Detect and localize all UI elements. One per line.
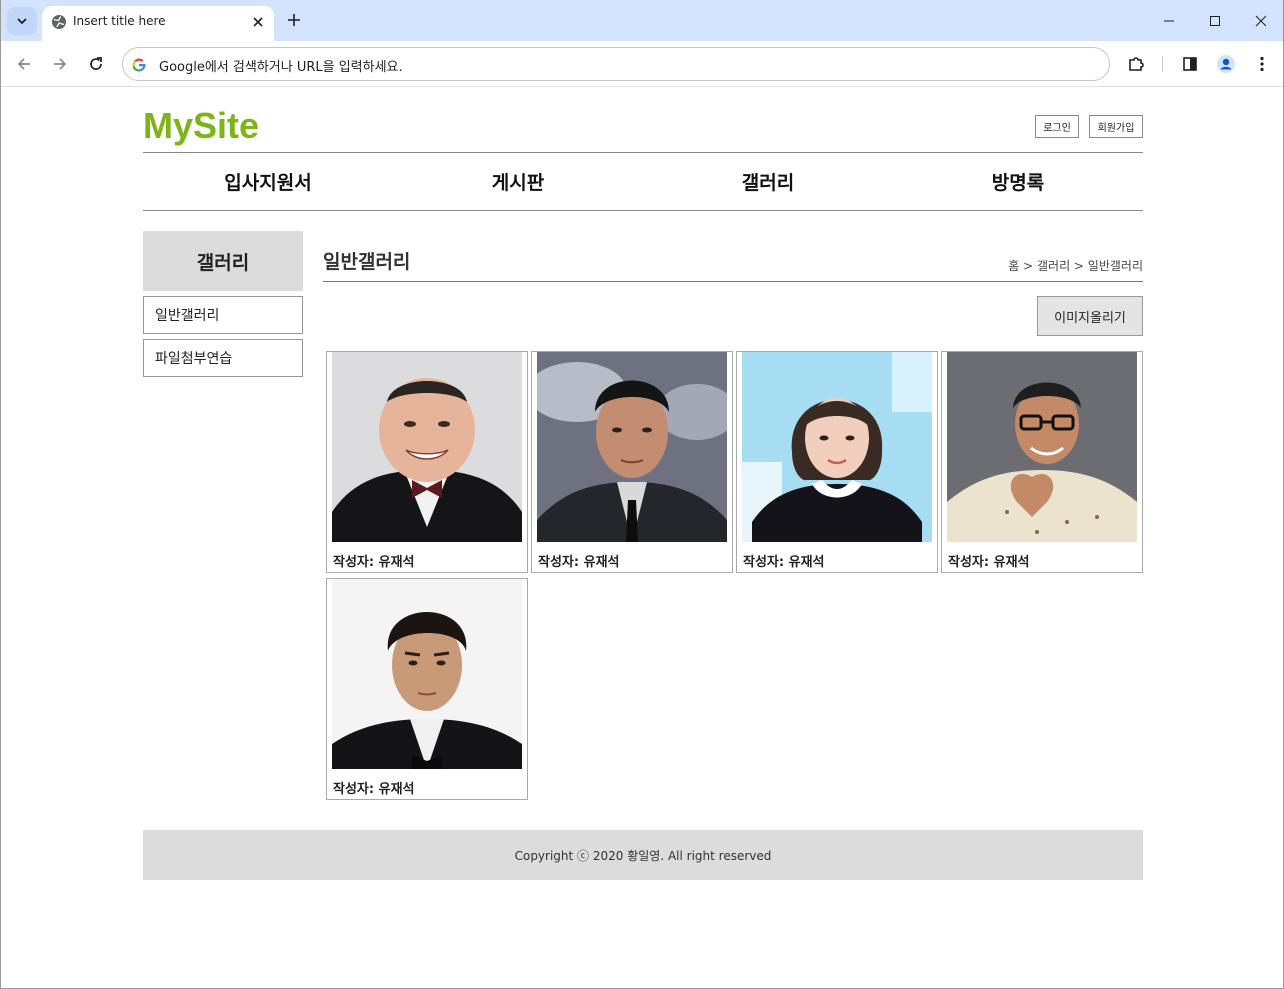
site-logo[interactable]: MySite bbox=[143, 105, 259, 147]
gallery-card[interactable]: 작성자: 유재석 bbox=[531, 351, 733, 573]
puzzle-icon bbox=[1129, 57, 1144, 71]
arrow-left-icon bbox=[17, 58, 30, 70]
nav-item-board[interactable]: 게시판 bbox=[393, 153, 643, 210]
menu-button[interactable] bbox=[1248, 50, 1276, 78]
side-panel-button[interactable] bbox=[1176, 50, 1204, 78]
close-icon bbox=[1255, 15, 1267, 26]
maximize-button[interactable] bbox=[1192, 0, 1238, 41]
gallery-photo[interactable] bbox=[742, 352, 932, 542]
login-button[interactable]: 로그인 bbox=[1035, 115, 1079, 138]
upload-image-button[interactable]: 이미지올리기 bbox=[1037, 296, 1143, 336]
window-close-button[interactable] bbox=[1238, 0, 1283, 41]
signup-button[interactable]: 회원가입 bbox=[1089, 115, 1143, 138]
back-button[interactable] bbox=[10, 50, 38, 78]
avatar-icon bbox=[1217, 55, 1235, 73]
tab-strip: Insert title here bbox=[1, 0, 1283, 41]
arrow-right-icon bbox=[54, 58, 67, 70]
close-icon bbox=[253, 17, 263, 27]
address-bar[interactable]: Google에서 검색하거나 URL을 입력하세요. bbox=[122, 47, 1110, 81]
gallery-photo[interactable] bbox=[537, 352, 727, 542]
browser-toolbar: Google에서 검색하거나 URL을 입력하세요. bbox=[1, 41, 1283, 87]
tab-title: Insert title here bbox=[73, 14, 166, 28]
browser-window: Insert title here Google에서 검색하거나 URL을 입력… bbox=[0, 0, 1284, 989]
tab-close-button[interactable] bbox=[249, 13, 267, 31]
side-panel-icon bbox=[1183, 57, 1197, 71]
address-bar-placeholder: Google에서 검색하거나 URL을 입력하세요. bbox=[159, 60, 403, 75]
minimize-icon bbox=[1164, 20, 1174, 21]
nav-item-guestbook[interactable]: 방명록 bbox=[893, 153, 1143, 210]
globe-icon bbox=[52, 15, 66, 29]
nav-item-gallery[interactable]: 갤러리 bbox=[643, 153, 893, 210]
card-writer: 작성자: 유재석 bbox=[333, 782, 415, 797]
gallery-card[interactable]: 작성자: 유재석 bbox=[736, 351, 938, 573]
new-tab-button[interactable] bbox=[283, 9, 305, 31]
gallery-photo[interactable] bbox=[332, 579, 522, 769]
extensions-button[interactable] bbox=[1122, 50, 1150, 78]
card-writer: 작성자: 유재석 bbox=[948, 555, 1030, 570]
toolbar-divider bbox=[1162, 56, 1163, 72]
card-writer: 작성자: 유재석 bbox=[538, 555, 620, 570]
page-title: 일반갤러리 bbox=[323, 251, 411, 273]
maximize-icon bbox=[1210, 15, 1220, 26]
title-divider bbox=[323, 281, 1143, 282]
gallery-photo[interactable] bbox=[947, 352, 1137, 542]
nav-divider bbox=[143, 210, 1143, 211]
gallery-card[interactable]: 작성자: 유재석 bbox=[326, 578, 528, 800]
gallery-card[interactable]: 작성자: 유재석 bbox=[326, 351, 528, 573]
card-writer: 작성자: 유재석 bbox=[333, 555, 415, 570]
card-writer: 작성자: 유재석 bbox=[743, 555, 825, 570]
tab-search-button[interactable] bbox=[7, 7, 37, 35]
plus-icon bbox=[288, 14, 300, 26]
browser-tab[interactable]: Insert title here bbox=[42, 6, 274, 41]
profile-button[interactable] bbox=[1212, 50, 1240, 78]
kebab-menu-icon bbox=[1260, 56, 1264, 72]
gallery-card[interactable]: 작성자: 유재석 bbox=[941, 351, 1143, 573]
footer: Copyright ⓒ 2020 황일영. All right reserved bbox=[143, 830, 1143, 880]
sidebar-item-file-upload[interactable]: 파일첨부연습 bbox=[143, 339, 303, 377]
reload-button[interactable] bbox=[82, 50, 110, 78]
nav-item-application[interactable]: 입사지원서 bbox=[143, 153, 393, 210]
gallery-photo[interactable] bbox=[332, 352, 522, 542]
google-logo-icon bbox=[132, 58, 146, 72]
minimize-button[interactable] bbox=[1146, 0, 1192, 41]
sidebar-title: 갤러리 bbox=[143, 231, 303, 291]
main-nav: 입사지원서 게시판 갤러리 방명록 bbox=[143, 153, 1143, 210]
breadcrumb: 홈 > 갤러리 > 일반갤러리 bbox=[1008, 259, 1143, 273]
sidebar-item-general-gallery[interactable]: 일반갤러리 bbox=[143, 296, 303, 334]
forward-button[interactable] bbox=[46, 50, 74, 78]
chevron-down-icon bbox=[17, 18, 27, 25]
reload-icon bbox=[90, 57, 102, 70]
